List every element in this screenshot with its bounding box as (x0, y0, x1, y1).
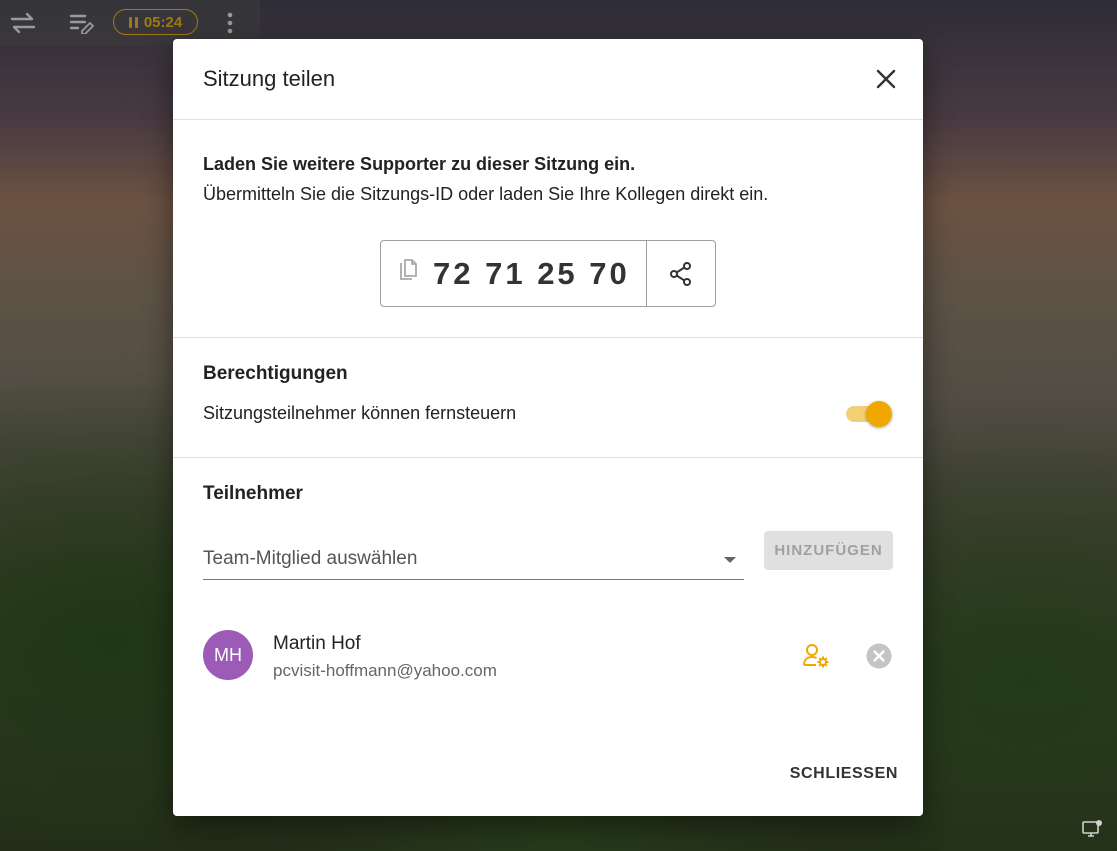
participant-name: Martin Hof (273, 633, 361, 654)
dialog-title: Sitzung teilen (203, 66, 336, 91)
copy-icon (397, 259, 419, 288)
copy-session-id-button[interactable]: 72 71 25 70 (381, 241, 647, 306)
add-button[interactable]: HINZUFÜGEN (764, 531, 893, 570)
pause-icon (128, 16, 138, 28)
swap-icon[interactable] (10, 10, 36, 36)
team-member-select[interactable]: Team-Mitglied auswählen (203, 536, 744, 580)
more-vert-icon[interactable] (217, 10, 243, 36)
close-icon[interactable] (873, 66, 899, 92)
user-settings-icon[interactable] (803, 642, 831, 670)
invite-heading: Laden Sie weitere Supporter zu dieser Si… (203, 154, 636, 174)
remote-control-toggle[interactable] (846, 400, 892, 428)
session-id: 72 71 25 70 (433, 255, 630, 291)
session-timer[interactable]: 05:24 (113, 9, 198, 35)
select-placeholder: Team-Mitglied auswählen (203, 548, 418, 569)
remove-participant-icon[interactable] (865, 642, 893, 670)
divider (173, 119, 923, 120)
participant-row: MH Martin Hof pcvisit-hoffmann@yahoo.com (203, 630, 893, 682)
share-icon (670, 261, 691, 286)
session-id-box: 72 71 25 70 (380, 240, 716, 307)
invite-text: Übermitteln Sie die Sitzungs-ID oder lad… (203, 184, 769, 204)
avatar: MH (203, 630, 253, 680)
divider (173, 337, 923, 338)
divider (173, 457, 923, 458)
share-session-dialog: Sitzung teilen Laden Sie weitere Support… (173, 39, 923, 816)
timer-value: 05:24 (143, 13, 183, 31)
share-button[interactable] (647, 241, 715, 306)
chevron-down-icon (724, 557, 736, 563)
participants-heading: Teilnehmer (203, 483, 303, 504)
permissions-heading: Berechtigungen (203, 363, 348, 384)
close-button[interactable]: SCHLIESSEN (790, 765, 898, 783)
remote-screen-icon[interactable] (1081, 819, 1103, 839)
participant-email: pcvisit-hoffmann@yahoo.com (273, 661, 497, 680)
edit-list-icon[interactable] (69, 10, 95, 36)
remote-control-label: Sitzungsteilnehmer können fernsteuern (203, 403, 517, 423)
toggle-knob (866, 401, 892, 427)
